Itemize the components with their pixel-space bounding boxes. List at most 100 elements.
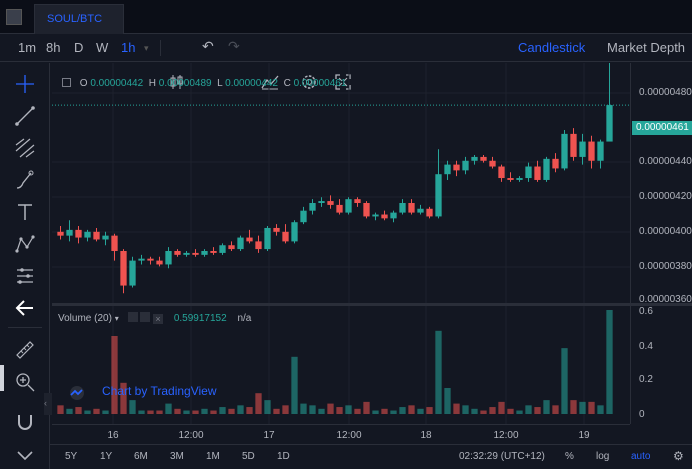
volume-na: n/a xyxy=(237,313,252,324)
time-axis[interactable]: 16 12:00 17 12:00 18 12:00 19 xyxy=(52,424,630,444)
settings-icon[interactable]: ⚙ xyxy=(673,449,684,463)
clock[interactable]: 02:32:29 (UTC+12) xyxy=(459,451,545,462)
watermark[interactable]: Chart by TradingView xyxy=(102,384,217,398)
candle-body xyxy=(426,208,433,217)
volume-bar xyxy=(507,408,514,414)
range-1y[interactable]: 1Y xyxy=(100,451,112,462)
volume-tick: 0.6 xyxy=(639,306,653,317)
candle-body xyxy=(534,166,541,180)
candle-body xyxy=(570,133,577,157)
chevron-down-icon[interactable] xyxy=(14,445,36,467)
candle-body xyxy=(399,203,406,213)
candle-body xyxy=(192,252,199,255)
volume-bar xyxy=(111,336,118,414)
view-candlestick-tab[interactable]: Candlestick xyxy=(518,40,585,55)
collapse-legend-icon[interactable] xyxy=(62,78,71,87)
volume-bar xyxy=(147,410,154,414)
undo-icon[interactable]: ↶ xyxy=(202,38,214,55)
volume-tick: 0 xyxy=(639,409,645,420)
percent-toggle[interactable]: % xyxy=(565,451,574,462)
candle-body xyxy=(408,203,415,213)
range-5d[interactable]: 5D xyxy=(242,451,255,462)
candle-body xyxy=(156,260,163,265)
candle-body xyxy=(84,231,91,238)
volume-bar xyxy=(579,401,586,414)
interval-1m[interactable]: 1m xyxy=(18,40,36,55)
candle-body xyxy=(327,201,334,205)
low-value: 0.00000442 xyxy=(225,78,278,89)
volume-bar xyxy=(219,407,226,414)
auto-toggle[interactable]: auto xyxy=(631,451,650,462)
time-tick: 19 xyxy=(578,430,590,441)
chevron-down-icon[interactable]: ▾ xyxy=(144,43,149,54)
tradingview-logo-icon xyxy=(70,386,84,400)
interval-8h[interactable]: 8h xyxy=(46,40,60,55)
volume-bar xyxy=(138,410,145,414)
interval-w[interactable]: W xyxy=(96,40,108,55)
chevron-down-icon[interactable]: ▾ xyxy=(115,314,119,323)
volume-bar xyxy=(273,408,280,414)
high-value: 0.00000489 xyxy=(158,78,212,89)
volume-bar xyxy=(570,400,577,414)
range-3m[interactable]: 3M xyxy=(170,451,184,462)
redo-icon[interactable]: ↷ xyxy=(228,38,240,55)
volume-bar xyxy=(498,401,505,414)
pane-divider[interactable] xyxy=(52,303,692,306)
interval-1h[interactable]: 1h xyxy=(121,40,135,55)
candle-body xyxy=(264,227,271,250)
trendline-icon[interactable] xyxy=(14,105,36,127)
candle-body xyxy=(111,235,118,251)
candle-body xyxy=(588,141,595,161)
tab-symbol[interactable]: SOUL/BTC xyxy=(34,4,124,34)
panel-handle[interactable] xyxy=(0,365,4,391)
view-depth-tab[interactable]: Market Depth xyxy=(607,40,685,55)
volume-axis[interactable]: 0.6 0.4 0.2 0 xyxy=(630,306,692,424)
crosshair-icon[interactable] xyxy=(14,73,36,95)
price-pane[interactable] xyxy=(52,63,630,303)
candle-body xyxy=(228,245,235,250)
eye-icon[interactable] xyxy=(127,312,138,322)
pattern-icon[interactable] xyxy=(14,233,36,255)
candle-body xyxy=(561,133,568,169)
range-5y[interactable]: 5Y xyxy=(65,451,77,462)
range-1m[interactable]: 1M xyxy=(206,451,220,462)
candle-body xyxy=(480,156,487,161)
ruler-icon[interactable] xyxy=(14,339,36,361)
menu-square-icon[interactable] xyxy=(6,9,22,25)
brush-icon[interactable] xyxy=(14,169,36,191)
volume-label[interactable]: Volume (20) xyxy=(58,313,112,324)
tab-bar: SOUL/BTC xyxy=(0,0,692,34)
time-tick: 12:00 xyxy=(178,430,204,441)
back-arrow-icon[interactable] xyxy=(14,297,36,319)
volume-bar xyxy=(444,388,451,414)
zoom-icon[interactable] xyxy=(14,371,36,393)
range-6m[interactable]: 6M xyxy=(134,451,148,462)
candle-body xyxy=(174,251,181,255)
fib-icon[interactable] xyxy=(14,137,36,159)
range-1d[interactable]: 1D xyxy=(277,451,290,462)
candle-body xyxy=(138,258,145,261)
measure-icon[interactable] xyxy=(14,265,36,287)
candle-body xyxy=(57,231,64,236)
volume-bar xyxy=(408,405,415,414)
candle-body xyxy=(183,252,190,255)
log-toggle[interactable]: log xyxy=(596,451,609,462)
volume-bar xyxy=(84,410,91,414)
candle-body xyxy=(462,160,469,171)
chart-toolbar: 1m 8h D W 1h ▾ ↶ ↷ Candlestick Market De… xyxy=(0,34,692,90)
volume-bar xyxy=(471,408,478,414)
open-label: O xyxy=(79,78,88,89)
text-icon[interactable] xyxy=(14,201,36,223)
collapse-arrow-icon[interactable]: ‹ xyxy=(44,393,52,415)
time-tick: 12:00 xyxy=(336,430,362,441)
high-label: H xyxy=(148,78,156,89)
volume-bar xyxy=(516,410,523,414)
candle-body xyxy=(93,231,100,240)
candle-body xyxy=(516,178,523,180)
magnet-icon[interactable] xyxy=(14,411,36,433)
candle-body xyxy=(390,212,397,219)
close-icon[interactable]: × xyxy=(153,314,164,324)
settings-icon[interactable] xyxy=(140,312,151,322)
interval-d[interactable]: D xyxy=(74,40,83,55)
price-axis[interactable]: 0.00000480 0.00000440 0.00000420 0.00000… xyxy=(630,63,692,305)
